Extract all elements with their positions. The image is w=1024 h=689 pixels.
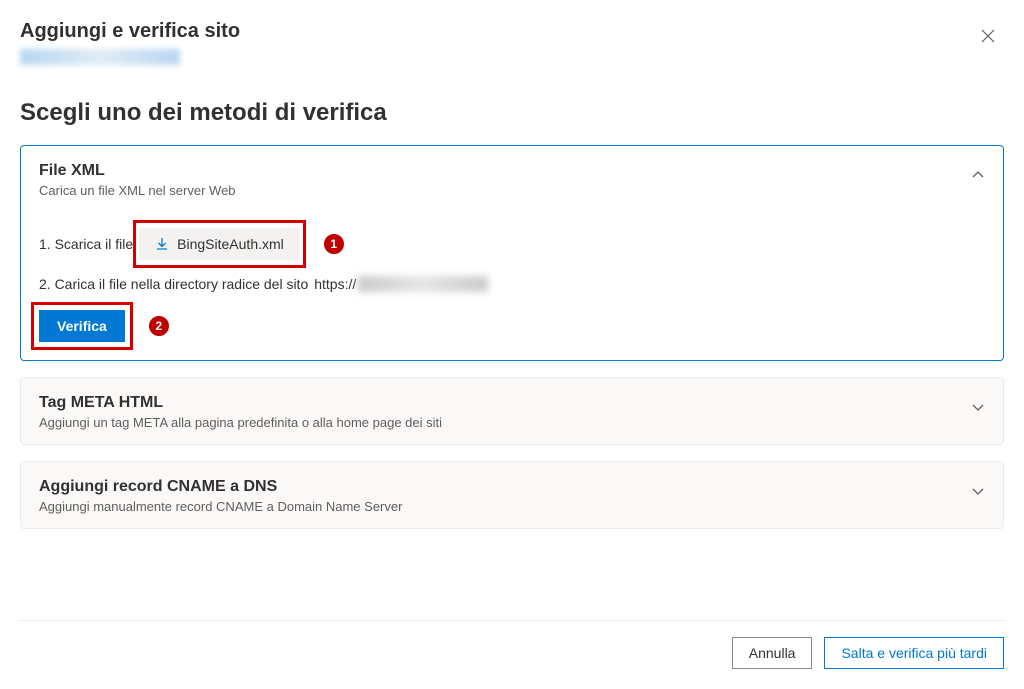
annotation-badge-2: 2 [147, 314, 171, 338]
cancel-button[interactable]: Annulla [732, 637, 813, 669]
method-cname-title: Aggiungi record CNAME a DNS [39, 478, 402, 496]
method-panel-meta: Tag META HTML Aggiungi un tag META alla … [20, 377, 1004, 445]
method-xml-title: File XML [39, 162, 236, 180]
close-button[interactable] [972, 20, 1004, 52]
method-meta-title: Tag META HTML [39, 394, 442, 412]
skip-verify-later-button[interactable]: Salta e verifica più tardi [824, 637, 1004, 669]
method-cname-desc: Aggiungi manualmente record CNAME a Doma… [39, 499, 402, 514]
page-title: Aggiungi e verifica sito [20, 20, 240, 43]
chevron-down-icon [971, 400, 985, 414]
download-xml-label: BingSiteAuth.xml [177, 236, 284, 252]
chevron-down-icon [971, 484, 985, 498]
step2-url-blurred [358, 276, 488, 292]
step2-text: 2. Carica il file nella directory radice… [39, 276, 308, 292]
annotation-badge-1: 1 [322, 232, 346, 256]
method-panel-cname: Aggiungi record CNAME a DNS Aggiungi man… [20, 461, 1004, 529]
verify-button[interactable]: Verifica [39, 310, 125, 342]
method-xml-desc: Carica un file XML nel server Web [39, 183, 236, 198]
step1-text: 1. Scarica il file [39, 236, 133, 252]
section-title: Scegli uno dei metodi di verifica [20, 99, 1004, 127]
method-meta-desc: Aggiungi un tag META alla pagina predefi… [39, 415, 442, 430]
method-meta-header[interactable]: Tag META HTML Aggiungi un tag META alla … [21, 378, 1003, 444]
method-cname-header[interactable]: Aggiungi record CNAME a DNS Aggiungi man… [21, 462, 1003, 528]
download-xml-button[interactable]: BingSiteAuth.xml [139, 228, 300, 260]
download-icon [155, 237, 169, 251]
step2-url-prefix: https:// [314, 276, 356, 292]
method-panel-xml: File XML Carica un file XML nel server W… [20, 145, 1004, 361]
chevron-up-icon [971, 168, 985, 182]
close-icon [981, 29, 995, 43]
dialog-footer: Annulla Salta e verifica più tardi [20, 620, 1004, 669]
site-url-blurred [20, 49, 180, 65]
method-xml-header[interactable]: File XML Carica un file XML nel server W… [21, 146, 1003, 212]
